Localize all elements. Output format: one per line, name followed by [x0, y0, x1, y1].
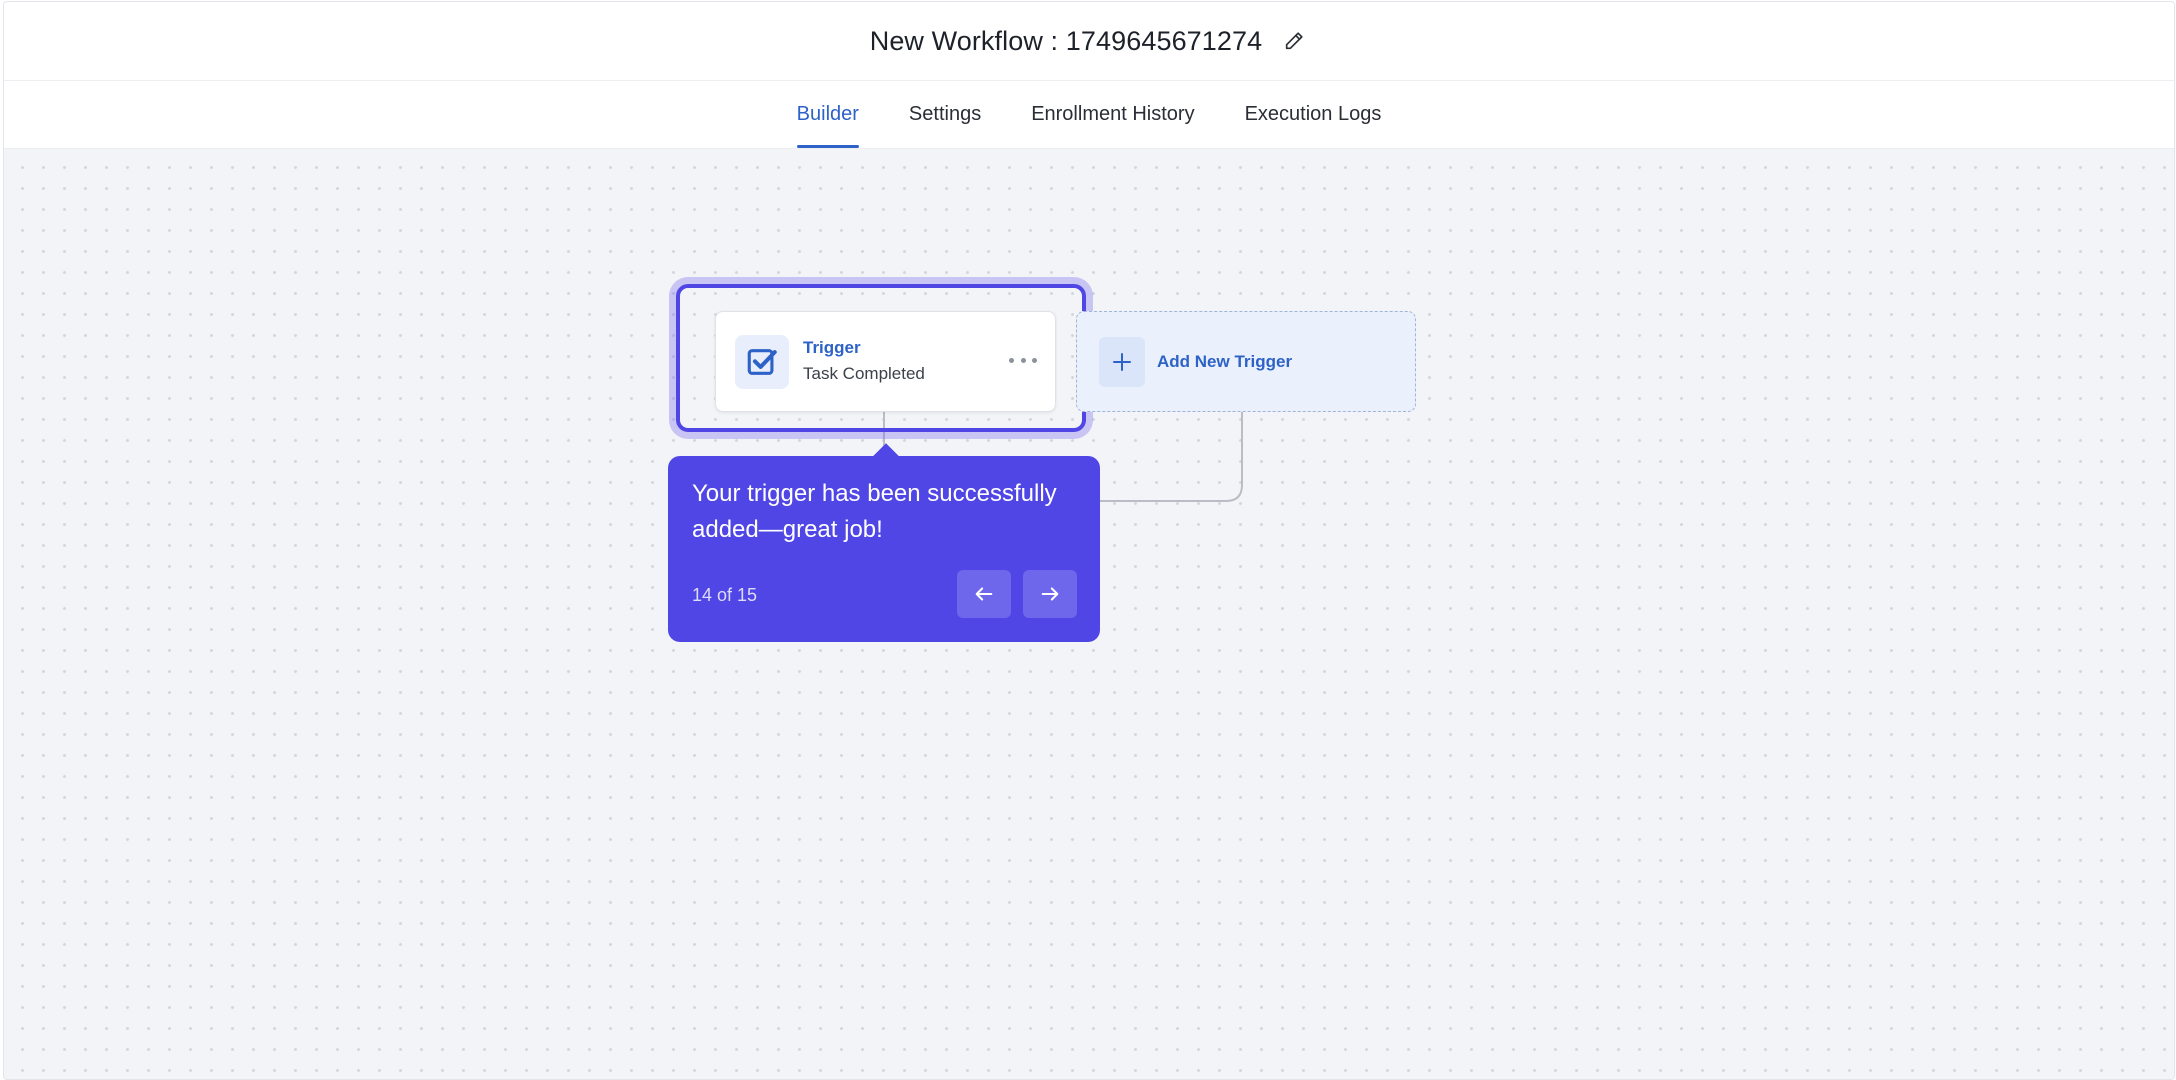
tab-enrollment-history[interactable]: Enrollment History: [1006, 81, 1219, 148]
workflow-canvas[interactable]: Trigger Task Completed Add New Trigger Y…: [4, 149, 2174, 1079]
edit-title-button[interactable]: [1280, 27, 1308, 55]
add-new-trigger-button[interactable]: Add New Trigger: [1076, 311, 1416, 412]
more-horizontal-icon[interactable]: [1009, 350, 1037, 370]
trigger-label: Trigger: [803, 337, 861, 357]
checkbox-checked-icon: [747, 348, 777, 375]
tour-next-button[interactable]: [1023, 570, 1077, 618]
arrow-right-icon: [1041, 587, 1059, 601]
pencil-icon: [1286, 32, 1303, 50]
trigger-node[interactable]: Trigger Task Completed: [715, 311, 1056, 412]
tab-settings[interactable]: Settings: [884, 81, 1006, 148]
add-trigger-label: Add New Trigger: [1157, 351, 1293, 371]
arrow-left-icon: [975, 587, 993, 601]
tour-prev-button[interactable]: [957, 570, 1011, 618]
trigger-text: Trigger Task Completed: [803, 337, 925, 387]
title-bar: New Workflow : 1749645671274: [4, 2, 2174, 81]
tab-bar: Builder Settings Enrollment History Exec…: [4, 81, 2174, 149]
trigger-icon-box: [735, 334, 789, 389]
plus-icon: [1099, 336, 1145, 387]
page-title: New Workflow : 1749645671274: [869, 25, 1263, 56]
trigger-subtitle: Task Completed: [803, 363, 925, 383]
add-trigger-connector: [1097, 412, 1243, 502]
workflow-window: New Workflow : 1749645671274 Builder Set…: [3, 1, 2175, 1080]
tab-builder[interactable]: Builder: [772, 81, 884, 148]
tooltip-message: Your trigger has been successfully added…: [692, 480, 1057, 543]
tour-tooltip: Your trigger has been successfully added…: [668, 456, 1100, 642]
tooltip-step-counter: 14 of 15: [692, 585, 758, 605]
tab-execution-logs[interactable]: Execution Logs: [1220, 81, 1407, 148]
